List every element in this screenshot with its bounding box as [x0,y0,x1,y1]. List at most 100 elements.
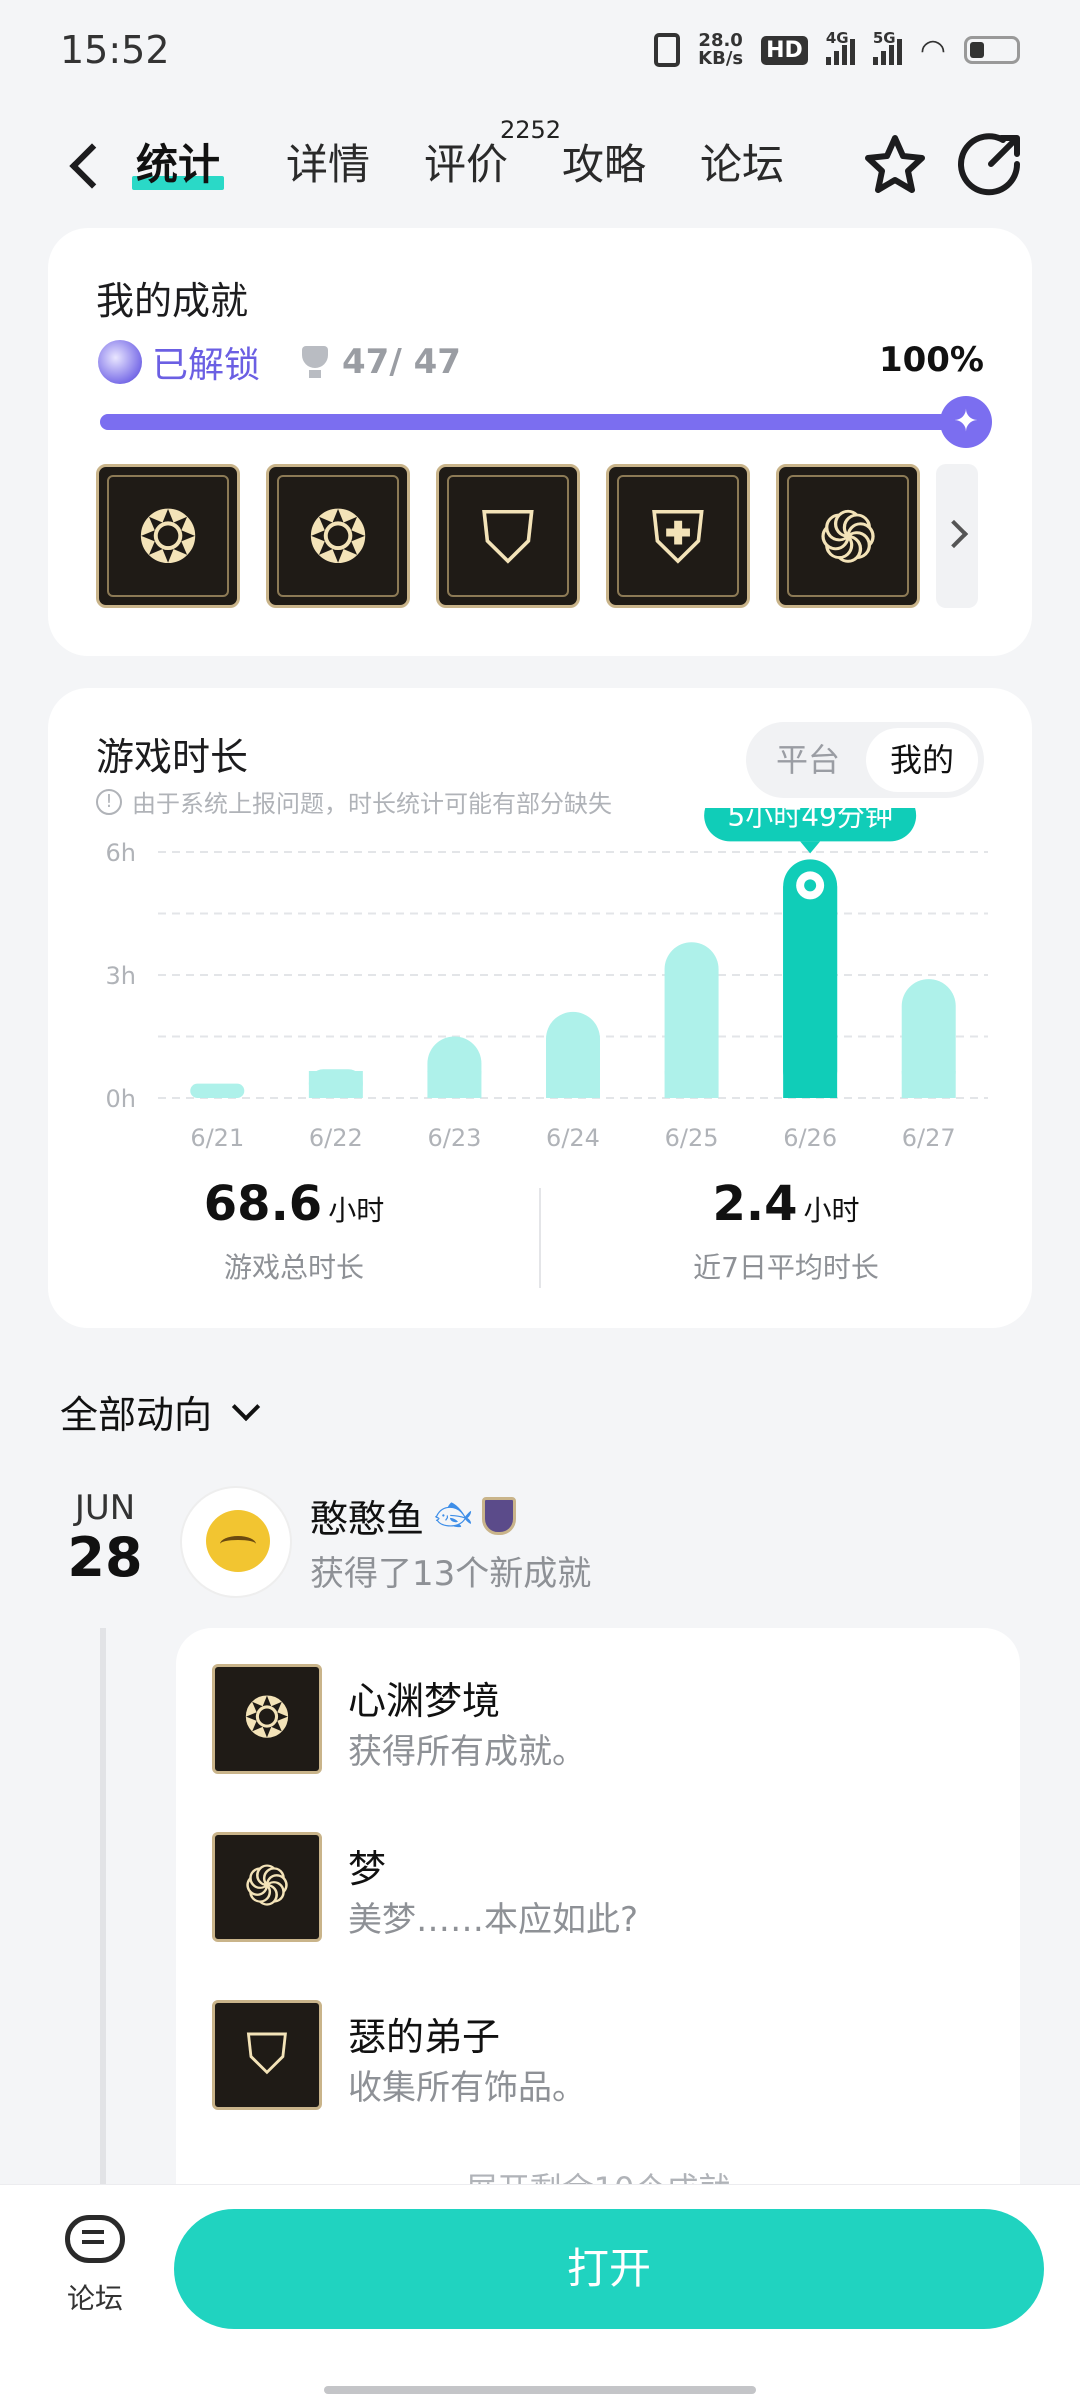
back-icon[interactable] [56,130,116,200]
forum-button[interactable]: 论坛 [50,2215,140,2335]
sparkle-icon: ✦ [940,396,992,448]
signal-4g-icon: 4G [825,29,855,65]
chat-bubble-icon [65,2215,125,2263]
achievement-name: 瑟的弟子 [348,2015,501,2059]
trophy-icon [300,344,330,380]
chart-x-tick-label: 6/25 [665,1124,719,1152]
playtime-title: 游戏时长 [96,735,249,779]
activity-filter-label: 全部动向 [60,1393,213,1437]
open-button[interactable]: 打开 [174,2209,1044,2329]
swirl-icon: ❂ [307,495,369,579]
chart-x-tick-label: 6/23 [427,1124,481,1152]
playtime-chart: 0h 3h 6h 6/21 6/22 6/23 6/24 6/25 5小时49分钟 6/26 6/2… [106,808,988,1152]
chart-y-tick-label: 0h [106,1085,136,1113]
achievements-title: 我的成就 [96,279,249,323]
helmet-icon: ⛉ [480,495,535,579]
chart-bar-base [783,886,838,1098]
shell-icon: ֍ [818,495,878,579]
shield-icon: ⛨ [650,495,705,579]
activity-date: JUN 28 [60,1488,150,1589]
total-playtime-value: 68.6 [203,1176,323,1232]
favorite-star-icon[interactable] [860,130,930,200]
playtime-card: 游戏时长 ! 由于系统上报问题，时长统计可能有部分缺失 平台 我的 0h 3h 6h… [48,688,1032,1328]
chart-x-tick-label: 6/22 [309,1124,363,1152]
chevron-down-icon [231,1392,261,1421]
new-achievements-list: ❂ 心渊梦境 获得所有成就。 ֍ 梦 美梦……本应如此? ⛉ 瑟的弟子 收集所有… [176,1628,1020,2228]
bottom-action-bar: 论坛 打开 [0,2184,1080,2400]
chart-x-tick-label: 6/24 [546,1124,600,1152]
status-time: 15:52 [60,28,170,72]
user-name-row[interactable]: 憨憨鱼 🐟︎ [310,1488,517,1543]
achievement-percent: 100% [878,340,984,380]
unlock-avatar-icon [98,340,142,384]
list-item[interactable]: ֍ 梦 美梦……本应如此? [212,1832,992,1942]
fish-icon: 🐟︎ [434,1498,473,1533]
review-count-badge: 2252 [500,116,562,144]
signal-5g-icon: 5G [872,29,902,65]
achievements-card[interactable]: 我的成就 已解锁 47/ 47 100% ✦ ❂ ❂ ⛉ ⛨ ֍ [48,228,1032,656]
avatar[interactable] [180,1486,292,1598]
achievement-desc: 收集所有饰品。 [348,2068,586,2108]
more-badges-button[interactable] [936,464,978,608]
status-icons: 28.0 KB/s HD 4G 5G ◠ [654,29,1020,69]
wifi-icon: ◠ [919,32,946,68]
segment-mine[interactable]: 我的 [866,728,978,792]
shell-icon: ֍ [212,1832,322,1942]
chart-y-tick-label: 3h [106,962,136,990]
swirl-icon: ❂ [212,1664,322,1774]
timeline-line [100,1628,106,2188]
total-playtime-label: 游戏总时长 [223,1251,364,1284]
unlocked-label: 已解锁 [152,345,261,386]
forum-label: 论坛 [66,2282,123,2315]
chart-tooltip-label: 5小时49分钟 [727,808,892,832]
total-playtime-unit: 小时 [328,1194,385,1227]
list-item[interactable]: ⛉ 瑟的弟子 收集所有饰品。 [212,2000,992,2110]
achievement-count: 47/ 47 [342,342,461,382]
achievement-badge[interactable]: ֍ [776,464,920,608]
top-nav: 统计 详情 评价 2252 攻略 论坛 [0,110,1080,240]
share-icon[interactable] [955,128,1027,200]
achievement-desc: 美梦……本应如此? [348,1900,639,1940]
activity-day: 28 [67,1526,143,1589]
average-playtime-stat: 2.4 小时 近7日平均时长 [540,1176,1032,1286]
total-playtime-stat: 68.6 小时 游戏总时长 [48,1176,540,1286]
achievement-badge[interactable]: ❂ [266,464,410,608]
achievement-desc: 获得所有成就。 [348,1732,586,1772]
signal-5g-label: 5G [872,29,896,47]
achievement-badge[interactable]: ❂ [96,464,240,608]
battery-icon [964,36,1020,64]
status-bar: 15:52 28.0 KB/s HD 4G 5G ◠ [0,0,1080,110]
tab-stats[interactable]: 统计 [131,130,225,200]
vibrate-icon [654,33,681,67]
average-playtime-unit: 小时 [803,1194,860,1227]
tab-details[interactable]: 详情 [286,130,370,200]
chart-bar-base [664,1071,719,1098]
chart-x-tick-label: 6/27 [902,1124,956,1152]
chart-bar-marker-dot [804,879,817,892]
chart-x-tick-label: 6/26 [783,1124,837,1152]
home-indicator[interactable] [324,2386,756,2394]
segment-platform[interactable]: 平台 [752,728,864,792]
playtime-source-toggle: 平台 我的 [746,722,984,798]
crest-icon [482,1496,517,1535]
achievement-progress-bar [100,414,968,430]
net-speed-unit: KB/s [698,48,744,69]
tab-forum[interactable]: 论坛 [700,130,784,200]
playtime-stats: 68.6 小时 游戏总时长 2.4 小时 近7日平均时长 [48,1176,1032,1326]
tab-reviews[interactable]: 评价 [424,130,508,200]
achievement-badge[interactable]: ⛉ [436,464,580,608]
activity-filter-dropdown[interactable]: 全部动向 [60,1384,261,1439]
average-playtime-value: 2.4 [712,1176,798,1232]
chart-bar [190,1083,245,1098]
chart-bar-base [901,1071,956,1098]
list-item[interactable]: ❂ 心渊梦境 获得所有成就。 [212,1664,992,1774]
activity-text: 获得了13个新成就 [310,1554,592,1594]
signal-4g-label: 4G [825,29,849,47]
swirl-icon: ❂ [137,495,199,579]
achievement-badge[interactable]: ⛨ [606,464,750,608]
chart-bar-base [546,1071,600,1098]
chart-bar-base [427,1071,482,1098]
tab-guides[interactable]: 攻略 [562,130,646,200]
chart-x-tick-label: 6/21 [190,1124,244,1152]
average-playtime-label: 近7日平均时长 [693,1251,879,1284]
